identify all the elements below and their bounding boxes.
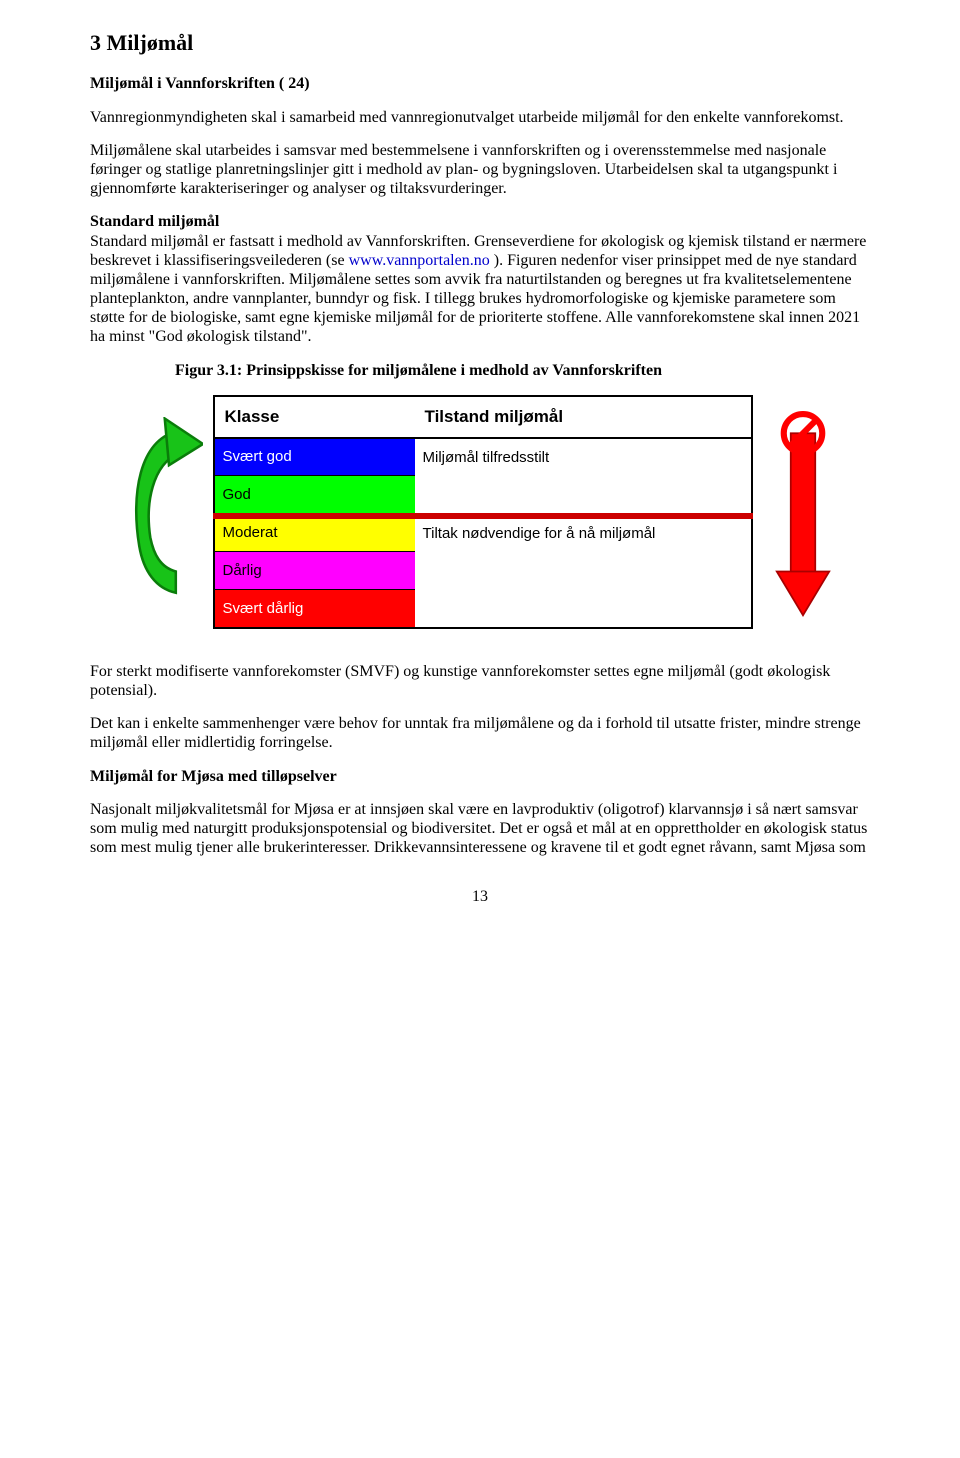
table-header-klasse: Klasse: [215, 397, 415, 437]
paragraph-2: Miljømålene skal utarbeides i samsvar me…: [90, 141, 870, 199]
threshold-line: [213, 513, 753, 519]
paragraph-4: For sterkt modifiserte vannforekomster (…: [90, 662, 870, 700]
row-svaert-daarlig: Svært dårlig: [215, 589, 415, 627]
paragraph-3: Standard miljømål er fastsatt i medhold …: [90, 232, 870, 347]
improve-arrow-icon: [118, 417, 203, 607]
page-number: 13: [90, 887, 870, 906]
vannportalen-link[interactable]: www.vannportalen.no: [349, 252, 490, 269]
figure-3-1: Klasse Tilstand miljømål Svært god God M…: [90, 392, 870, 632]
paragraph-6: Nasjonalt miljøkvalitetsmål for Mjøsa er…: [90, 800, 870, 858]
row-daarlig: Dårlig: [215, 551, 415, 589]
status-action-label: Tiltak nødvendige for å nå miljømål: [415, 513, 751, 627]
row-god: God: [215, 475, 415, 513]
table-header-tilstand: Tilstand miljømål: [415, 397, 751, 437]
status-ok-label: Miljømål tilfredsstilt: [415, 437, 751, 513]
sub-heading-2: Standard miljømål: [90, 212, 870, 231]
status-table: Klasse Tilstand miljømål Svært god God M…: [213, 395, 753, 629]
paragraph-5: Det kan i enkelte sammenhenger være beho…: [90, 714, 870, 752]
paragraph-1: Vannregionmyndigheten skal i samarbeid m…: [90, 108, 870, 127]
sub-heading-3: Miljømål for Mjøsa med tilløpselver: [90, 767, 870, 786]
sub-heading-1: Miljømål i Vannforskriften ( 24): [90, 74, 870, 93]
section-heading: 3 Miljømål: [90, 30, 870, 56]
row-svaert-god: Svært god: [215, 437, 415, 475]
figure-caption: Figur 3.1: Prinsippskisse for miljømålen…: [175, 361, 870, 380]
decline-arrow-icon: [763, 392, 843, 632]
